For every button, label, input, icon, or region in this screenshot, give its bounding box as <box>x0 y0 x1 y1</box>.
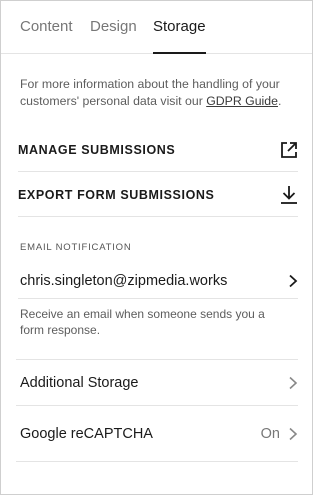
email-notification-description: Receive an email when someone sends you … <box>20 307 265 337</box>
gdpr-info-text: For more information about the handling … <box>20 76 302 110</box>
chevron-right-icon <box>289 376 298 390</box>
email-notification-heading: EMAIL NOTIFICATION <box>20 242 132 253</box>
export-form-submissions-button[interactable]: EXPORT FORM SUBMISSIONS <box>18 173 298 217</box>
recaptcha-label: Google reCAPTCHA <box>20 426 153 442</box>
recaptcha-status: On <box>260 426 280 442</box>
email-notification-row[interactable]: chris.singleton@zipmedia.works <box>18 263 298 299</box>
recaptcha-row[interactable]: Google reCAPTCHA On <box>18 406 298 462</box>
tab-storage[interactable]: Storage <box>153 18 206 54</box>
export-submissions-label: EXPORT FORM SUBMISSIONS <box>18 187 215 202</box>
download-icon <box>281 185 297 204</box>
tab-design[interactable]: Design <box>90 18 137 54</box>
divider <box>16 461 298 462</box>
additional-storage-label: Additional Storage <box>20 375 139 391</box>
manage-submissions-label: MANAGE SUBMISSIONS <box>18 142 176 157</box>
additional-storage-row[interactable]: Additional Storage <box>18 360 298 406</box>
external-link-icon <box>281 141 297 158</box>
gdpr-guide-link[interactable]: GDPR Guide <box>206 94 278 108</box>
recaptcha-status-group: On <box>261 426 298 442</box>
manage-submissions-button[interactable]: MANAGE SUBMISSIONS <box>18 128 298 172</box>
notification-email: chris.singleton@zipmedia.works <box>20 272 228 289</box>
chevron-right-icon <box>289 427 298 441</box>
tab-bar: Content Design Storage <box>1 1 312 54</box>
gdpr-info-suffix: . <box>277 94 282 108</box>
tab-content[interactable]: Content <box>20 18 73 54</box>
chevron-right-icon <box>289 274 298 287</box>
storage-panel: Content Design Storage For more informat… <box>0 0 313 495</box>
